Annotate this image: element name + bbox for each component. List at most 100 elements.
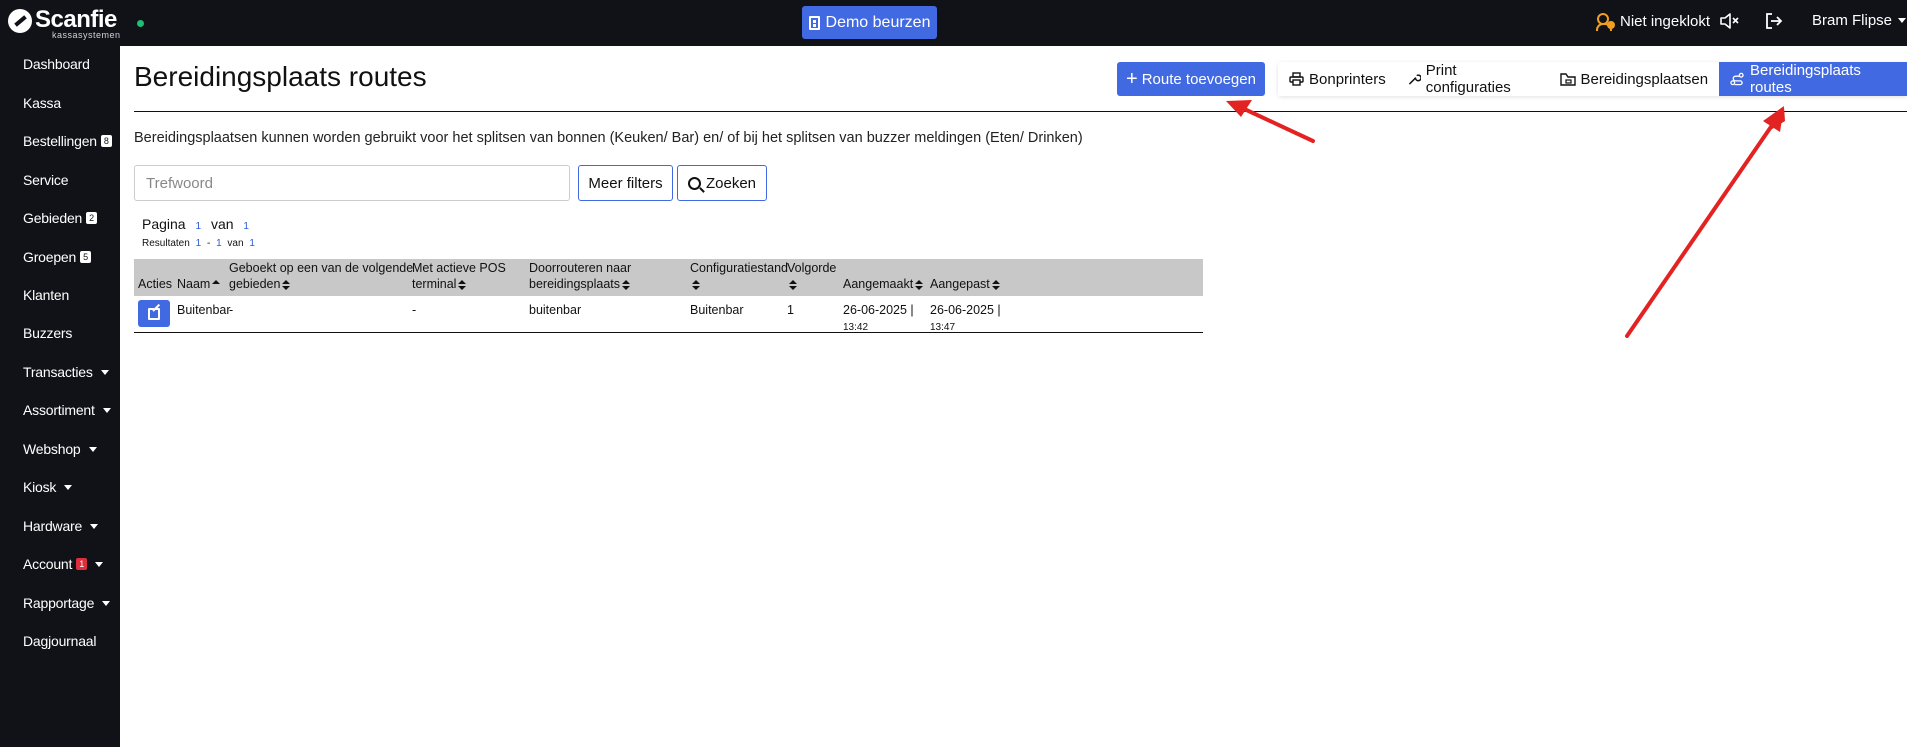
search-button[interactable]: Zoeken: [677, 165, 767, 201]
count-badge: 8: [100, 135, 112, 147]
kitchen-icon: [1559, 73, 1576, 86]
tab-bonprinters[interactable]: Bonprinters: [1278, 62, 1397, 96]
scanfie-logo[interactable]: Scanfie kassasystemen: [8, 6, 120, 41]
sidebar: Dashboard Kassa Bestellingen 8 Service Ge…: [0, 46, 120, 747]
sort-asc-icon: [212, 279, 221, 290]
keyword-search-input[interactable]: [134, 165, 570, 201]
column-label: Aangepast: [930, 277, 990, 291]
chevron-down-icon: [1898, 18, 1907, 23]
more-filters-button[interactable]: Meer filters: [578, 165, 673, 201]
sort-icon: [991, 279, 1000, 290]
column-created[interactable]: Aangemaakt: [843, 259, 924, 296]
search-icon: [687, 176, 701, 190]
page-of-label: van: [210, 216, 234, 232]
sidebar-item-buzzers[interactable]: Buzzers: [23, 325, 72, 341]
column-label: Doorrouteren naar: [529, 261, 632, 275]
column-name[interactable]: Naam: [177, 259, 221, 296]
sidebar-item-transacties[interactable]: Transacties: [23, 364, 109, 380]
sidebar-item-rapportage[interactable]: Rapportage: [23, 595, 111, 611]
route-icon: [1730, 72, 1744, 86]
created-time: 13:42: [843, 322, 869, 333]
column-label: Geboekt op een van de volgende: [229, 261, 414, 275]
sort-icon: [915, 279, 924, 290]
chevron-down-icon: [102, 407, 111, 413]
sidebar-item-hardware[interactable]: Hardware: [23, 518, 99, 534]
user-menu[interactable]: Bram Flipse: [1812, 12, 1907, 29]
add-route-button[interactable]: + Route toevoegen: [1117, 62, 1265, 96]
sidebar-item-label: Buzzers: [23, 325, 73, 341]
sidebar-item-webshop[interactable]: Webshop: [23, 441, 97, 457]
results-from: 1: [195, 238, 202, 249]
cell-order: 1: [787, 303, 794, 317]
results-to: 1: [216, 238, 222, 249]
sidebar-item-label: Webshop: [23, 441, 81, 457]
tab-label: Print configuraties: [1425, 62, 1511, 96]
page-current[interactable]: 1: [195, 221, 201, 232]
tab-label: Bonprinters: [1309, 70, 1386, 88]
sidebar-item-groepen[interactable]: Groepen 5: [23, 249, 91, 265]
notification-badge: 1: [76, 558, 87, 570]
sidebar-item-assortiment[interactable]: Assortiment: [23, 402, 111, 418]
column-active-pos[interactable]: Met actieve POS terminal: [412, 259, 506, 296]
edit-icon: [148, 307, 160, 320]
sidebar-item-gebieden[interactable]: Gebieden 2: [23, 210, 97, 226]
demo-event-button[interactable]: Demo beurzen: [802, 6, 937, 39]
search-button-label: Zoeken: [705, 174, 757, 192]
online-status-dot: [137, 20, 144, 27]
chevron-down-icon: [102, 600, 111, 606]
sort-icon: [282, 279, 291, 290]
sidebar-item-dagjournaal[interactable]: Dagjournaal: [23, 633, 96, 649]
plus-icon: +: [1126, 68, 1138, 90]
page-label: Pagina: [142, 216, 186, 232]
tab-bereidingsplaatsen[interactable]: Bereidingsplaatsen: [1548, 62, 1720, 96]
sidebar-item-account[interactable]: Account 1: [23, 556, 103, 572]
results-label: Resultaten: [142, 238, 190, 249]
column-label: gebieden: [229, 277, 281, 291]
column-label: Configuratiestand: [690, 261, 788, 275]
chevron-down-icon: [100, 369, 109, 375]
sidebar-item-label: Gebieden: [23, 210, 83, 226]
sidebar-item-label: Kassa: [23, 95, 61, 111]
column-label: terminal: [412, 277, 457, 291]
count-badge: 5: [80, 251, 91, 263]
tab-bereidingsplaats-routes[interactable]: Bereidingsplaats routes: [1719, 62, 1907, 96]
user-clock-warning-icon: [1596, 12, 1615, 31]
sidebar-item-service[interactable]: Service: [23, 172, 68, 188]
column-reroute[interactable]: Doorrouteren naar bereidingsplaats: [529, 259, 631, 296]
logout-icon[interactable]: [1764, 11, 1786, 33]
chevron-down-icon: [90, 523, 99, 529]
cell-created: 26-06-2025 | 13:42: [843, 302, 914, 336]
sidebar-item-label: Dashboard: [23, 56, 90, 72]
mute-icon[interactable]: [1719, 12, 1741, 32]
sidebar-item-label: Klanten: [23, 287, 70, 303]
sort-icon: [789, 279, 797, 290]
column-booked-areas[interactable]: Geboekt op een van de volgende gebieden: [229, 259, 413, 296]
cell-active-pos: -: [412, 303, 417, 317]
table-row: Buitenbar - - buitenbar Buitenbar 1 26-0…: [134, 296, 1203, 333]
sidebar-item-label: Transacties: [23, 364, 93, 380]
cell-booked-areas: -: [229, 303, 234, 317]
table-header: Acties Naam Geboekt op een van de volgen…: [134, 259, 1203, 296]
page-total[interactable]: 1: [243, 221, 249, 232]
column-order[interactable]: Volgorde: [787, 259, 836, 296]
sidebar-item-kiosk[interactable]: Kiosk: [23, 479, 73, 495]
column-config[interactable]: Configuratiestand: [690, 259, 788, 296]
clock-in-status[interactable]: Niet ingeklokt: [1596, 12, 1710, 31]
sort-icon: [622, 279, 631, 290]
column-modified[interactable]: Aangepast: [930, 259, 1000, 296]
sidebar-item-label: Assortiment: [23, 402, 95, 418]
edit-button[interactable]: [138, 300, 170, 327]
sidebar-item-klanten[interactable]: Klanten: [23, 287, 69, 303]
sidebar-item-label: Groepen: [23, 249, 77, 265]
sidebar-item-dashboard[interactable]: Dashboard: [23, 56, 90, 72]
chevron-down-icon: [88, 446, 97, 452]
sidebar-item-bestellingen[interactable]: Bestellingen 8: [23, 133, 112, 149]
pagination-info: Pagina 1 van 1: [142, 216, 255, 232]
tab-print-configuraties[interactable]: Print configuraties: [1396, 62, 1549, 96]
sort-icon: [692, 279, 700, 290]
sidebar-item-label: Bestellingen: [23, 133, 97, 149]
column-label: Naam: [177, 277, 211, 291]
results-total: 1: [249, 238, 255, 249]
sidebar-item-kassa[interactable]: Kassa: [23, 95, 61, 111]
cell-config: Buitenbar: [690, 303, 744, 317]
